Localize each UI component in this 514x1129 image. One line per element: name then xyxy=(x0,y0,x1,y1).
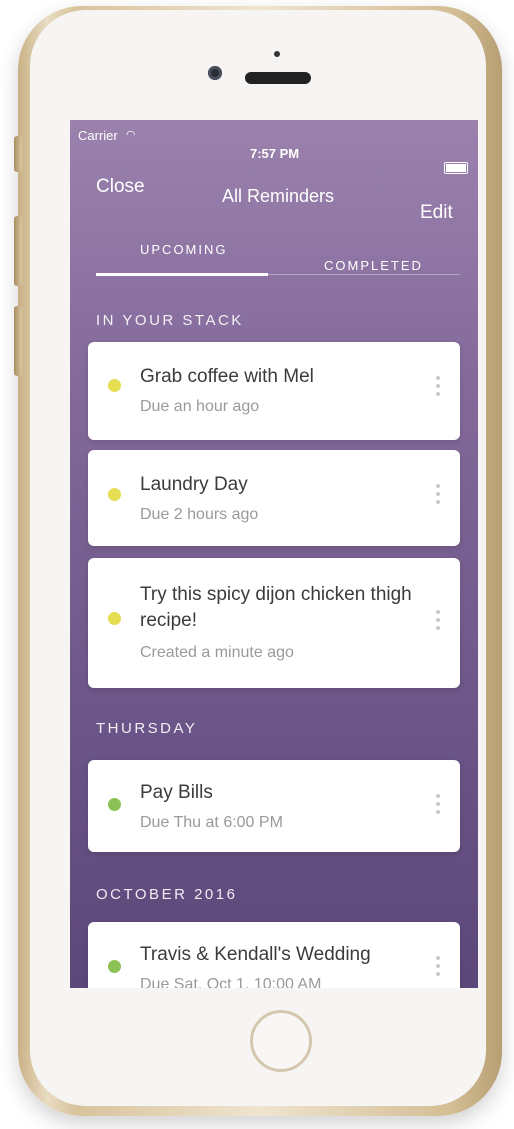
reminder-title: Try this spicy dijon chicken thigh recip… xyxy=(140,582,420,634)
volume-down-button xyxy=(14,306,22,376)
tab-completed[interactable]: COMPLETED xyxy=(324,258,423,273)
reminder-title-line1: Try this spicy dijon chicken thigh xyxy=(140,584,412,605)
reminder-card[interactable]: Travis & Kendall's Wedding Due Sat, Oct … xyxy=(88,922,460,988)
reminder-title-line2: recipe! xyxy=(140,610,198,631)
reminder-subtitle: Due Sat, Oct 1, 10:00 AM xyxy=(140,976,322,988)
reminder-card[interactable]: Grab coffee with Mel Due an hour ago xyxy=(88,342,460,440)
volume-up-button xyxy=(14,216,22,286)
section-title-october: OCTOBER 2016 xyxy=(96,886,238,903)
status-dot xyxy=(108,960,121,973)
tab-active-indicator xyxy=(96,273,268,276)
reminder-subtitle: Due 2 hours ago xyxy=(140,506,259,523)
status-bar: Carrier ◠ 7:57 PM xyxy=(70,120,478,174)
status-dot xyxy=(108,488,121,501)
mute-switch xyxy=(14,136,22,172)
front-camera-icon xyxy=(208,66,222,80)
reminder-card[interactable]: Try this spicy dijon chicken thigh recip… xyxy=(88,558,460,688)
edit-button[interactable]: Edit xyxy=(420,202,453,224)
page-title: All Reminders xyxy=(222,186,335,206)
tab-upcoming[interactable]: UPCOMING xyxy=(140,242,228,257)
more-icon[interactable] xyxy=(436,956,440,980)
status-time: 7:57 PM xyxy=(250,146,300,161)
home-button[interactable] xyxy=(250,1010,312,1072)
reminder-title: Grab coffee with Mel xyxy=(140,366,314,387)
reminder-title: Pay Bills xyxy=(140,782,213,803)
earpiece-speaker xyxy=(245,72,311,84)
reminder-card[interactable]: Laundry Day Due 2 hours ago xyxy=(88,450,460,546)
section-title-thursday: THURSDAY xyxy=(96,720,198,737)
more-icon[interactable] xyxy=(436,484,440,508)
more-icon[interactable] xyxy=(436,610,440,634)
tab-bar: UPCOMING COMPLETED xyxy=(96,238,460,282)
more-icon[interactable] xyxy=(436,794,440,818)
carrier-label: Carrier xyxy=(78,128,118,143)
status-dot xyxy=(108,379,121,392)
reminder-subtitle: Due an hour ago xyxy=(140,398,260,415)
status-dot xyxy=(108,798,121,811)
more-icon[interactable] xyxy=(436,376,440,400)
status-dot xyxy=(108,612,121,625)
reminder-title: Travis & Kendall's Wedding xyxy=(140,944,371,965)
reminder-subtitle: Due Thu at 6:00 PM xyxy=(140,814,283,831)
reminder-subtitle: Created a minute ago xyxy=(140,644,294,661)
wifi-icon: ◠ xyxy=(126,129,136,141)
nav-bar: Close All Reminders Edit xyxy=(70,170,478,230)
section-title-stack: IN YOUR STACK xyxy=(96,312,244,329)
screen: Carrier ◠ 7:57 PM Close All Reminders Ed… xyxy=(70,120,478,988)
reminder-title: Laundry Day xyxy=(140,474,248,495)
reminder-card[interactable]: Pay Bills Due Thu at 6:00 PM xyxy=(88,760,460,852)
proximity-sensor xyxy=(274,51,280,57)
close-button[interactable]: Close xyxy=(96,176,145,198)
